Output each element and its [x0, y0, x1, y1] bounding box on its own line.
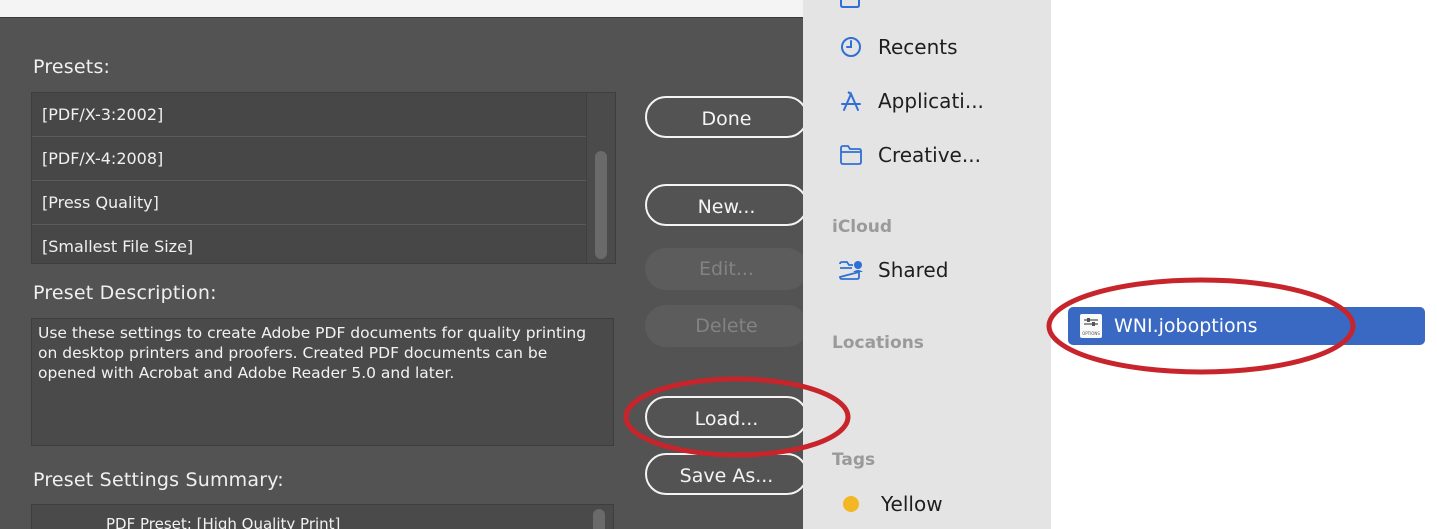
annotation-overlay — [623, 277, 1356, 458]
file-highlight-ellipse — [1046, 277, 1356, 375]
load-highlight-ellipse — [623, 376, 851, 458]
